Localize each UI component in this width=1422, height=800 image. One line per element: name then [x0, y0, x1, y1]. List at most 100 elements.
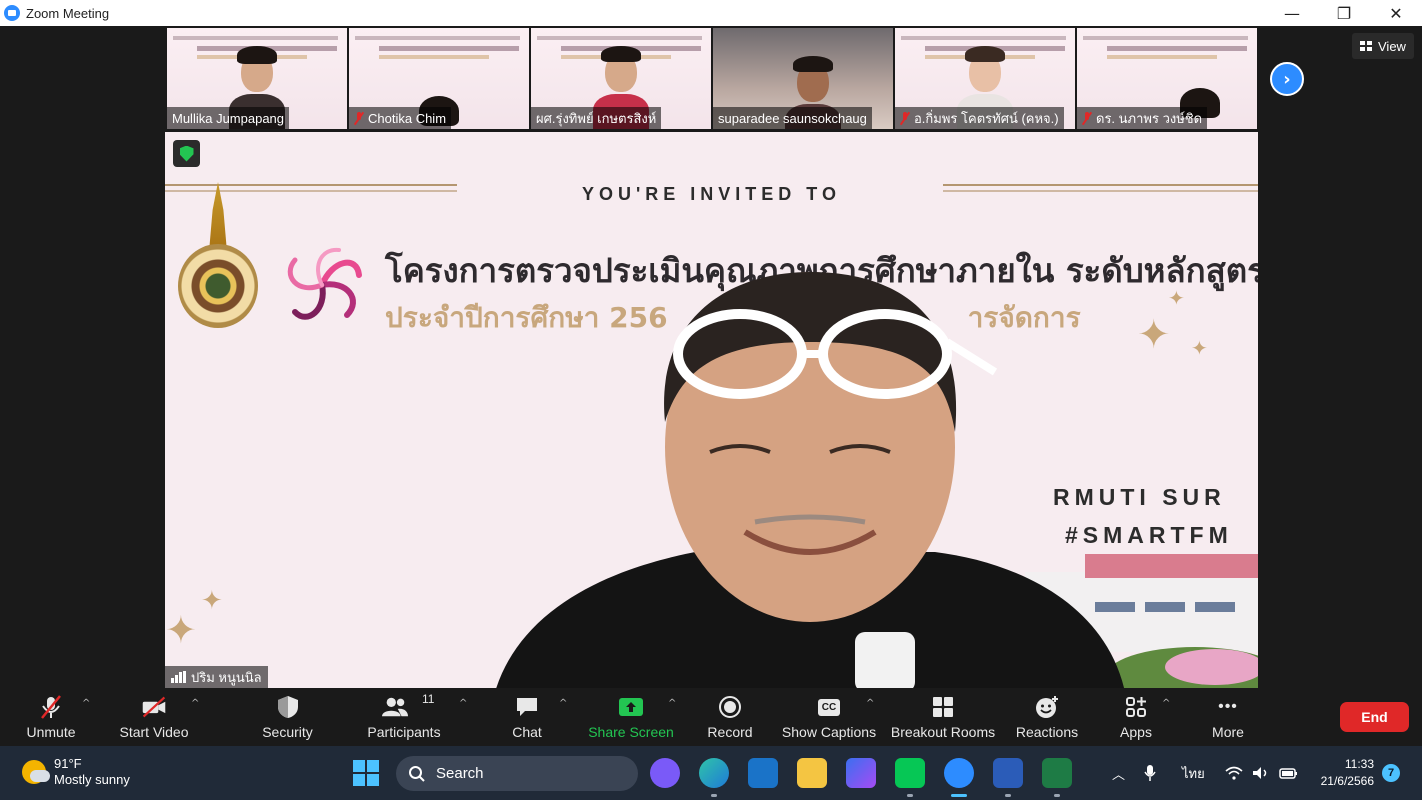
participant-tile[interactable]: Chotika Chim	[349, 28, 529, 129]
participants-count: 11	[422, 692, 435, 706]
unmute-button[interactable]: Unmute	[22, 692, 80, 744]
minimize-button[interactable]: —	[1266, 0, 1318, 26]
participants-button[interactable]: 11 Participants	[366, 692, 442, 744]
closed-captions-icon: CC	[816, 694, 842, 720]
video-options-caret-icon[interactable]: ^	[191, 698, 199, 709]
title-bar: Zoom Meeting — ❐ ✕	[0, 0, 1422, 26]
view-button[interactable]: View	[1352, 33, 1414, 59]
share-options-caret-icon[interactable]: ^	[668, 698, 676, 709]
captions-options-caret-icon[interactable]: ^	[866, 698, 874, 709]
app-active-indicator	[951, 794, 967, 797]
mic-muted-icon	[354, 111, 364, 125]
speaker-name-label: ปริม หนูนนิล	[165, 666, 268, 688]
windows-start-icon[interactable]	[353, 760, 379, 786]
next-page-arrow-icon[interactable]: ›	[1270, 62, 1304, 96]
record-icon	[717, 694, 743, 720]
grid-view-icon	[1360, 41, 1372, 51]
participant-name-label: Chotika Chim	[349, 107, 452, 129]
partly-sunny-icon	[22, 760, 50, 784]
view-button-label: View	[1378, 38, 1406, 54]
participant-strip: Mullika Jumpapang Chotika Chim ผศ.รุ่งทิ…	[167, 28, 1257, 129]
search-icon	[409, 765, 425, 782]
breakout-rooms-icon	[930, 694, 956, 720]
app-running-indicator	[711, 794, 717, 797]
reactions-button[interactable]: Reactions	[1016, 692, 1078, 744]
more-button[interactable]: ••• More	[1208, 692, 1248, 744]
participant-tile[interactable]: อ.กิ่มพร โคตรทัศน์ (คหจ.)	[895, 28, 1075, 129]
video-off-icon	[141, 694, 167, 720]
security-shield-icon	[275, 694, 301, 720]
start-video-button[interactable]: Start Video	[117, 692, 191, 744]
mic-muted-icon	[38, 694, 64, 720]
clock-time: 11:33	[1344, 757, 1374, 771]
close-button[interactable]: ✕	[1370, 0, 1422, 26]
system-clock[interactable]: 11:33 21/6/2566	[1308, 756, 1374, 790]
sparkle-icon: ✦	[1191, 336, 1208, 360]
speaker-video	[496, 272, 1124, 688]
chat-button[interactable]: Chat	[508, 692, 546, 744]
apps-options-caret-icon[interactable]: ^	[1162, 698, 1170, 709]
window-title: Zoom Meeting	[26, 5, 110, 21]
breakout-rooms-button[interactable]: Breakout Rooms	[891, 692, 995, 744]
participants-icon	[381, 694, 408, 720]
microphone-tray-icon[interactable]	[1143, 746, 1157, 800]
excel-app-icon[interactable]	[1042, 758, 1072, 788]
input-language-indicator[interactable]: ไทย	[1182, 746, 1205, 800]
mail-icon[interactable]	[748, 758, 778, 788]
audio-options-caret-icon[interactable]: ^	[82, 698, 90, 709]
sparkle-icon: ✦	[201, 586, 223, 616]
chat-bubble-icon	[514, 694, 540, 720]
chat-options-caret-icon[interactable]: ^	[559, 698, 567, 709]
window-controls: — ❐ ✕	[1266, 0, 1422, 26]
participant-tile[interactable]: ดร. นภาพร วงษ์ชิด	[1077, 28, 1257, 129]
teams-chat-icon[interactable]	[650, 758, 680, 788]
apps-icon	[1123, 694, 1149, 720]
copilot-icon[interactable]	[846, 758, 876, 788]
participant-name-label: ดร. นภาพร วงษ์ชิด	[1077, 107, 1208, 129]
battery-icon[interactable]	[1279, 746, 1299, 800]
weather-widget[interactable]: 91°F Mostly sunny	[22, 756, 130, 788]
record-button[interactable]: Record	[706, 692, 754, 744]
weather-condition: Mostly sunny	[54, 772, 130, 787]
show-captions-button[interactable]: CC Show Captions	[782, 692, 876, 744]
participant-tile[interactable]: ผศ.รุ่งทิพย์ เกษตรสิงห์	[531, 28, 711, 129]
mic-muted-icon	[900, 111, 910, 125]
participant-name-label: Mullika Jumpapang	[167, 107, 290, 129]
weather-temperature: 91°F	[54, 756, 82, 771]
apps-button[interactable]: Apps	[1118, 692, 1154, 744]
sparkle-icon: ✦	[1137, 312, 1171, 358]
slide-invite-text: YOU'RE INVITED TO	[582, 184, 841, 204]
end-meeting-button[interactable]: End	[1340, 702, 1409, 732]
encryption-shield-icon[interactable]	[173, 140, 200, 167]
app-running-indicator	[1054, 794, 1060, 797]
word-app-icon[interactable]	[993, 758, 1023, 788]
file-explorer-icon[interactable]	[797, 758, 827, 788]
edge-browser-icon[interactable]	[699, 758, 729, 788]
mic-muted-icon	[1082, 111, 1092, 125]
taskbar-search-box[interactable]: Search	[396, 756, 638, 791]
more-dots-icon: •••	[1218, 698, 1238, 715]
sparkle-icon: ✦	[165, 608, 197, 652]
university-seal-logo	[175, 182, 261, 332]
share-screen-arrow-icon	[618, 694, 644, 720]
participant-tile[interactable]: suparadee saunsokchaug	[713, 28, 893, 129]
notification-count-badge[interactable]: 7	[1382, 764, 1400, 782]
meeting-toolbar: Unmute ^ Start Video ^ Security 11 Parti…	[0, 688, 1422, 746]
restore-button[interactable]: ❐	[1318, 0, 1370, 26]
connection-signal-icon	[171, 671, 186, 683]
security-button[interactable]: Security	[260, 692, 315, 744]
app-running-indicator	[1005, 794, 1011, 797]
os-taskbar: 91°F Mostly sunny Search ︿ ไทย 11:33 21/…	[0, 746, 1422, 800]
participant-tile[interactable]: Mullika Jumpapang	[167, 28, 347, 129]
participants-options-caret-icon[interactable]: ^	[459, 698, 467, 709]
active-speaker-video: YOU'RE INVITED TO โครงการตรวจประเมินคุณภ…	[165, 132, 1258, 688]
show-hidden-icons-chevron-icon[interactable]: ︿	[1112, 746, 1125, 800]
zoom-app-icon[interactable]	[944, 758, 974, 788]
meeting-area: Mullika Jumpapang Chotika Chim ผศ.รุ่งทิ…	[0, 26, 1422, 688]
share-screen-button[interactable]: Share Screen	[588, 692, 674, 744]
sparkle-icon: ✦	[1168, 286, 1185, 310]
participant-name-label: อ.กิ่มพร โคตรทัศน์ (คหจ.)	[895, 107, 1064, 129]
line-app-icon[interactable]	[895, 758, 925, 788]
wifi-icon[interactable]	[1225, 746, 1243, 800]
volume-icon[interactable]	[1252, 746, 1270, 800]
